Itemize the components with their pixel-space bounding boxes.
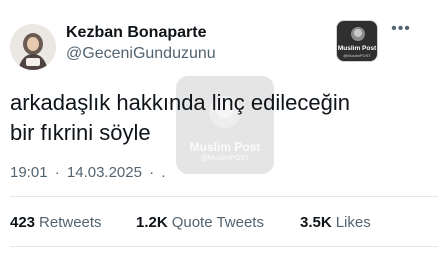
brand-badge-title: Muslim Post: [337, 45, 377, 52]
tweet-text: arkadaşlık hakkında linç edileceğin bir …: [10, 88, 430, 148]
more-icon: •••: [391, 20, 411, 37]
watermark-subtitle: @MuslimPOST: [200, 155, 250, 162]
retweets-label: Retweets: [39, 214, 102, 231]
quote-tweets-count: 1.2K: [136, 214, 168, 231]
retweets-count: 423: [10, 214, 36, 231]
timestamp-separator: ·: [54, 164, 60, 181]
timestamp-separator: ·: [149, 164, 155, 181]
tweet-text-line-1: arkadaşlık hakkında linç edileceğin: [10, 90, 350, 115]
avatar-image: [10, 24, 56, 70]
timestamp-trail: .: [161, 164, 166, 181]
author-handle[interactable]: @GeceniGunduzunu: [66, 45, 216, 63]
quote-tweets-label: Quote Tweets: [171, 214, 264, 231]
tweet-text-line-2: bir fıkrini söyle: [10, 120, 151, 145]
tweet-timestamp[interactable]: 19:01 · 14.03.2025 · .: [10, 164, 168, 181]
likes-label: Likes: [335, 214, 371, 231]
timestamp-date: 14.03.2025: [66, 164, 142, 181]
quote-tweets-stat[interactable]: 1.2K Quote Tweets: [136, 214, 264, 231]
timestamp-time: 19:01: [10, 164, 48, 181]
retweets-stat[interactable]: 423 Retweets: [10, 214, 102, 231]
more-options-button[interactable]: •••: [388, 20, 414, 38]
divider: [10, 196, 438, 197]
likes-stat[interactable]: 3.5K Likes: [300, 214, 371, 231]
likes-count: 3.5K: [300, 214, 332, 231]
divider: [10, 246, 438, 247]
brand-logo-icon: [351, 27, 365, 41]
author-display-name[interactable]: Kezban Bonaparte: [66, 24, 206, 42]
brand-logo-badge: Muslim Post @MuslimPOST: [336, 20, 378, 62]
author-avatar[interactable]: [10, 24, 56, 70]
brand-badge-subtitle: @MuslimPOST: [343, 53, 371, 58]
